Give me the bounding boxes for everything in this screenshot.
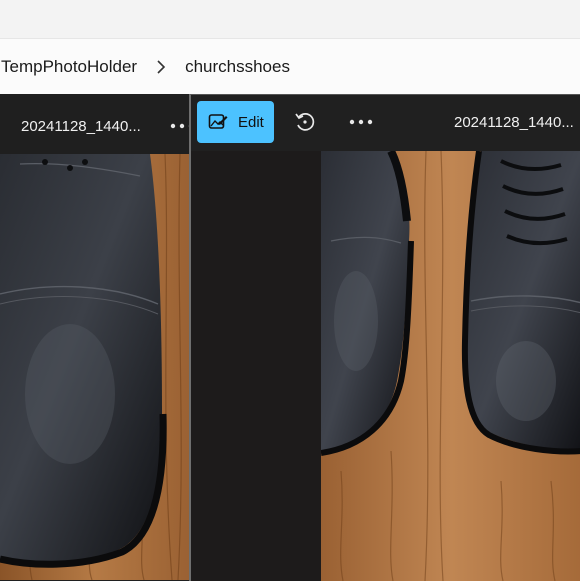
chevron-right-icon[interactable] [137,59,185,74]
rotate-icon[interactable] [294,111,316,133]
breadcrumb-item-current[interactable]: churchsshoes [185,57,290,77]
breadcrumb-item-folder[interactable]: TempPhotoHolder [0,57,137,77]
file-name: 20241128_1440... [21,118,141,135]
photo-image [321,151,580,581]
edit-button[interactable]: Edit [197,101,274,143]
photo-image [0,154,190,580]
more-options-icon[interactable] [348,113,374,131]
edit-button-label: Edit [238,113,264,131]
breadcrumb: TempPhotoHolder churchsshoes [0,38,580,94]
photo-viewer-front: Edit 20241128_1440... [189,94,580,581]
file-name: 20241128_1440... [454,114,574,131]
viewer-margin [191,151,321,581]
photo-toolbar: Edit 20241128_1440... [191,95,580,151]
explorer-titlebar [0,0,580,38]
photo-toolbar: 20241128_1440... [0,96,200,154]
edit-image-icon [208,114,228,129]
photo-viewer-back: 20241128_1440... [0,96,200,580]
